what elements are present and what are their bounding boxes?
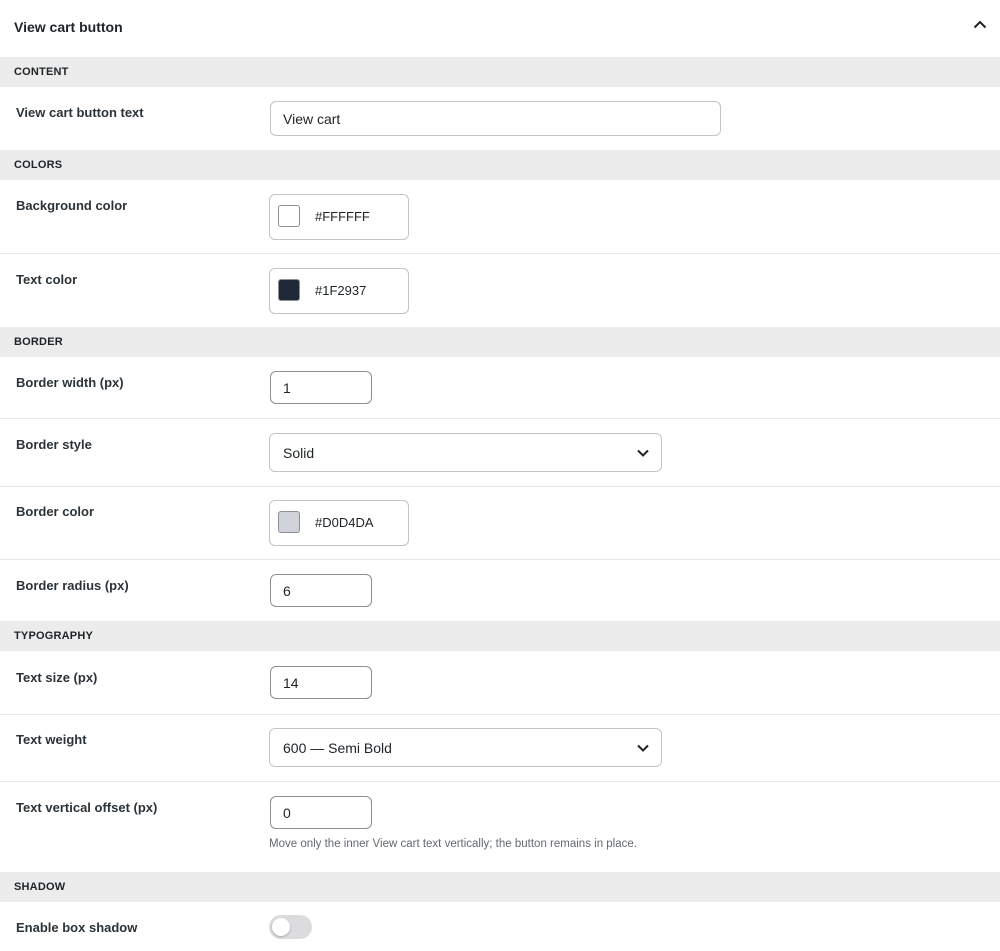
panel-header[interactable]: View cart button xyxy=(0,0,1000,56)
text-color-hex: #1F2937 xyxy=(315,283,367,298)
chevron-up-icon xyxy=(973,20,987,29)
border-radius-input[interactable] xyxy=(270,574,372,607)
border-width-label: Border width (px) xyxy=(16,375,124,390)
chevron-down-icon xyxy=(637,744,649,752)
border-width-input[interactable] xyxy=(270,371,372,404)
section-border: BORDER xyxy=(0,327,1000,357)
background-color-label: Background color xyxy=(16,198,128,213)
text-color-swatch xyxy=(278,279,300,301)
border-style-label: Border style xyxy=(16,437,92,452)
view-cart-text-input[interactable] xyxy=(270,101,721,136)
row-divider xyxy=(0,559,1000,560)
border-style-value: Solid xyxy=(283,445,315,461)
section-colors: COLORS xyxy=(0,150,1000,180)
section-content: CONTENT xyxy=(0,57,1000,87)
background-color-picker[interactable]: #FFFFFF xyxy=(269,194,409,240)
text-color-label: Text color xyxy=(16,272,78,287)
row-divider xyxy=(0,418,1000,419)
section-heading: COLORS xyxy=(14,159,63,171)
enable-shadow-toggle[interactable] xyxy=(269,915,312,939)
section-heading: TYPOGRAPHY xyxy=(14,630,94,642)
text-weight-select[interactable]: 600 — Semi Bold xyxy=(269,728,662,767)
border-color-swatch xyxy=(278,511,300,533)
background-color-hex: #FFFFFF xyxy=(315,209,370,224)
enable-shadow-label: Enable box shadow xyxy=(16,920,138,935)
text-size-label: Text size (px) xyxy=(16,670,98,685)
text-offset-input[interactable] xyxy=(270,796,372,829)
row-divider xyxy=(0,253,1000,254)
toggle-knob xyxy=(272,918,290,936)
section-heading: BORDER xyxy=(14,336,63,348)
border-color-hex: #D0D4DA xyxy=(315,515,374,530)
section-typography: TYPOGRAPHY xyxy=(0,621,1000,651)
text-size-input[interactable] xyxy=(270,666,372,699)
text-weight-value: 600 — Semi Bold xyxy=(283,740,392,756)
text-color-picker[interactable]: #1F2937 xyxy=(269,268,409,314)
text-weight-label: Text weight xyxy=(16,732,87,747)
section-heading: SHADOW xyxy=(14,881,66,893)
border-color-label: Border color xyxy=(16,504,95,519)
view-cart-text-label: View cart button text xyxy=(16,105,144,120)
row-divider xyxy=(0,486,1000,487)
text-offset-help: Move only the inner View cart text verti… xyxy=(269,838,637,850)
chevron-down-icon xyxy=(637,449,649,457)
text-offset-label: Text vertical offset (px) xyxy=(16,800,158,815)
background-color-swatch xyxy=(278,205,300,227)
border-style-select[interactable]: Solid xyxy=(269,433,662,472)
panel-title: View cart button xyxy=(14,19,123,35)
section-shadow: SHADOW xyxy=(0,872,1000,902)
border-radius-label: Border radius (px) xyxy=(16,578,129,593)
section-heading: CONTENT xyxy=(14,66,69,78)
border-color-picker[interactable]: #D0D4DA xyxy=(269,500,409,546)
collapse-button[interactable] xyxy=(966,14,994,40)
row-divider xyxy=(0,714,1000,715)
row-divider xyxy=(0,781,1000,782)
